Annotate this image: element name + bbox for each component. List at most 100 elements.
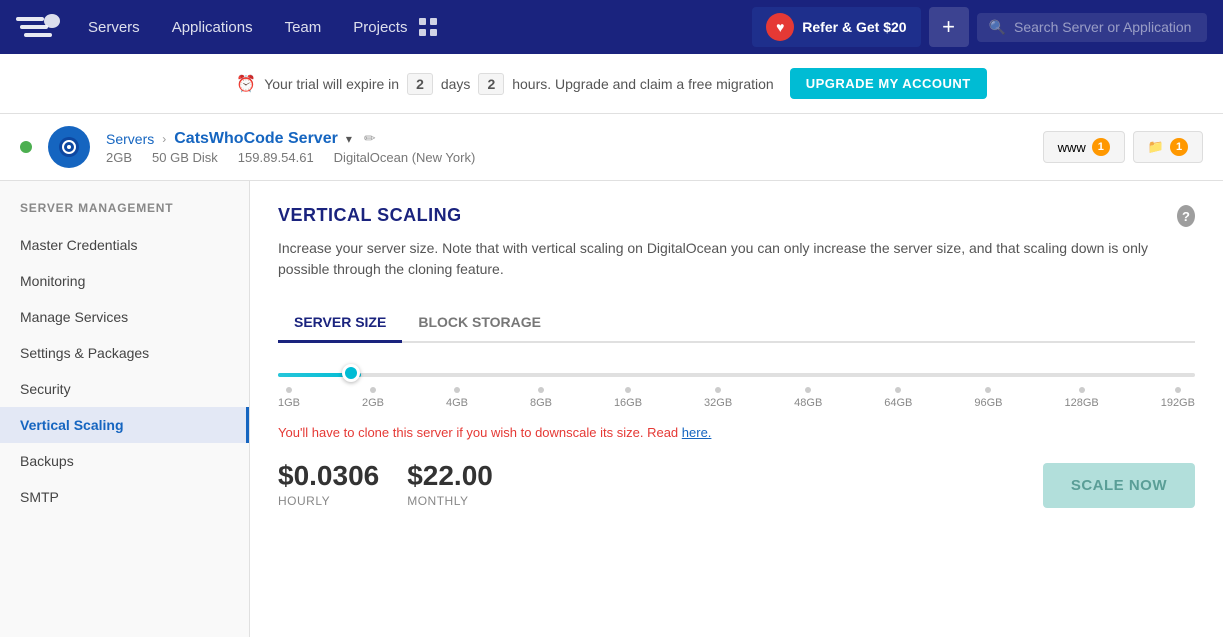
- sidebar-item-backups[interactable]: Backups: [0, 443, 249, 479]
- size-option-128gb[interactable]: 128GB: [1064, 387, 1098, 409]
- nav-projects[interactable]: Projects: [349, 19, 411, 36]
- nav-links: Servers Applications Team Projects: [84, 19, 411, 36]
- scale-now-button[interactable]: SCALE NOW: [1043, 463, 1195, 508]
- sidebar: Server Management Master Credentials Mon…: [0, 181, 250, 637]
- sidebar-item-manage-services[interactable]: Manage Services: [0, 299, 249, 335]
- www-button[interactable]: www 1: [1043, 131, 1125, 163]
- logo[interactable]: [16, 11, 60, 43]
- page-title: VERTICAL SCALING: [278, 205, 1177, 226]
- size-option-1gb[interactable]: 1GB: [278, 387, 300, 409]
- dot-1gb: [286, 387, 292, 393]
- size-option-2gb[interactable]: 2GB: [362, 387, 384, 409]
- size-option-8gb[interactable]: 8GB: [530, 387, 552, 409]
- slider-track[interactable]: [278, 371, 1195, 379]
- server-header: Servers › CatsWhoCode Server ▾ ✏ 2GB 50 …: [0, 114, 1223, 181]
- heart-icon: ♥: [766, 13, 794, 41]
- label-2gb: 2GB: [362, 397, 384, 409]
- label-128gb: 128GB: [1064, 397, 1098, 409]
- server-meta: 2GB 50 GB Disk 159.89.54.61 DigitalOcean…: [106, 150, 1027, 165]
- dot-64gb: [895, 387, 901, 393]
- server-actions: www 1 📁 1: [1043, 131, 1203, 163]
- nav-servers[interactable]: Servers: [84, 19, 144, 36]
- trial-days: 2: [407, 73, 433, 95]
- size-option-16gb[interactable]: 16GB: [614, 387, 642, 409]
- server-logo-icon: [48, 126, 90, 168]
- label-96gb: 96GB: [974, 397, 1002, 409]
- hourly-label: HOURLY: [278, 494, 379, 508]
- dot-96gb: [985, 387, 991, 393]
- search-bar[interactable]: 🔍: [977, 13, 1207, 42]
- size-slider-section: 1GB 2GB 4GB 8GB 16GB: [278, 371, 1195, 409]
- dot-4gb: [454, 387, 460, 393]
- label-192gb: 192GB: [1161, 397, 1195, 409]
- trial-days-label: days: [441, 76, 471, 92]
- server-name: CatsWhoCode Server: [174, 130, 338, 148]
- label-1gb: 1GB: [278, 397, 300, 409]
- help-icon[interactable]: ?: [1177, 205, 1195, 227]
- server-edit-icon[interactable]: ✏: [364, 130, 376, 147]
- sidebar-item-monitoring[interactable]: Monitoring: [0, 263, 249, 299]
- breadcrumb-servers-link[interactable]: Servers: [106, 131, 154, 147]
- size-option-64gb[interactable]: 64GB: [884, 387, 912, 409]
- server-dropdown-icon[interactable]: ▾: [346, 132, 352, 146]
- sidebar-item-smtp[interactable]: SMTP: [0, 479, 249, 515]
- sidebar-item-settings-packages[interactable]: Settings & Packages: [0, 335, 249, 371]
- trial-hours-label: hours. Upgrade and claim a free migratio…: [512, 76, 773, 92]
- www-badge: 1: [1092, 138, 1110, 156]
- tab-server-size[interactable]: SERVER SIZE: [278, 304, 402, 343]
- size-option-48gb[interactable]: 48GB: [794, 387, 822, 409]
- sidebar-item-security[interactable]: Security: [0, 371, 249, 407]
- trial-bar: ⏰ Your trial will expire in 2 days 2 hou…: [0, 54, 1223, 114]
- top-nav: Servers Applications Team Projects ♥ Ref…: [0, 0, 1223, 54]
- folder-icon: 📁: [1148, 139, 1164, 155]
- hourly-price: $0.0306: [278, 460, 379, 492]
- tab-block-storage[interactable]: BLOCK STORAGE: [402, 304, 557, 343]
- sidebar-item-master-credentials[interactable]: Master Credentials: [0, 227, 249, 263]
- nav-team[interactable]: Team: [281, 19, 326, 36]
- search-input[interactable]: [1014, 19, 1195, 35]
- nav-applications[interactable]: Applications: [168, 19, 257, 36]
- upgrade-button[interactable]: UPGRADE MY ACCOUNT: [790, 68, 987, 99]
- monthly-price: $22.00: [407, 460, 493, 492]
- breadcrumb-chevron: ›: [162, 132, 166, 146]
- monthly-price-block: $22.00 MONTHLY: [407, 460, 493, 508]
- folder-button[interactable]: 📁 1: [1133, 131, 1203, 163]
- size-option-32gb[interactable]: 32GB: [704, 387, 732, 409]
- dot-48gb: [805, 387, 811, 393]
- monthly-label: MONTHLY: [407, 494, 493, 508]
- sidebar-section-title: Server Management: [0, 201, 249, 227]
- pricing-row: $0.0306 HOURLY $22.00 MONTHLY SCALE NOW: [278, 460, 1195, 508]
- label-4gb: 4GB: [446, 397, 468, 409]
- clone-warning: You'll have to clone this server if you …: [278, 425, 1195, 440]
- add-button[interactable]: +: [929, 7, 969, 47]
- trial-hours: 2: [478, 73, 504, 95]
- size-option-4gb[interactable]: 4GB: [446, 387, 468, 409]
- sidebar-item-vertical-scaling[interactable]: Vertical Scaling: [0, 407, 249, 443]
- clone-here-link[interactable]: here.: [682, 425, 712, 440]
- server-info: Servers › CatsWhoCode Server ▾ ✏ 2GB 50 …: [106, 130, 1027, 165]
- section-description: Increase your server size. Note that wit…: [278, 238, 1177, 280]
- dot-2gb: [370, 387, 376, 393]
- label-16gb: 16GB: [614, 397, 642, 409]
- refer-button[interactable]: ♥ Refer & Get $20: [752, 7, 920, 47]
- label-48gb: 48GB: [794, 397, 822, 409]
- dot-32gb: [715, 387, 721, 393]
- server-ip: 159.89.54.61: [238, 150, 314, 165]
- slider-labels: 1GB 2GB 4GB 8GB 16GB: [278, 387, 1195, 409]
- dot-128gb: [1079, 387, 1085, 393]
- server-ram: 2GB: [106, 150, 132, 165]
- grid-menu-button[interactable]: [411, 10, 445, 44]
- main-content: VERTICAL SCALING Increase your server si…: [250, 181, 1223, 637]
- slider-thumb[interactable]: [342, 364, 360, 382]
- www-label: www: [1058, 140, 1086, 155]
- size-option-192gb[interactable]: 192GB: [1161, 387, 1195, 409]
- size-option-96gb[interactable]: 96GB: [974, 387, 1002, 409]
- label-32gb: 32GB: [704, 397, 732, 409]
- label-8gb: 8GB: [530, 397, 552, 409]
- dot-192gb: [1175, 387, 1181, 393]
- clock-icon: ⏰: [236, 74, 256, 94]
- slider-background: [278, 373, 1195, 377]
- search-icon: 🔍: [989, 19, 1006, 36]
- server-disk: 50 GB Disk: [152, 150, 218, 165]
- dot-16gb: [625, 387, 631, 393]
